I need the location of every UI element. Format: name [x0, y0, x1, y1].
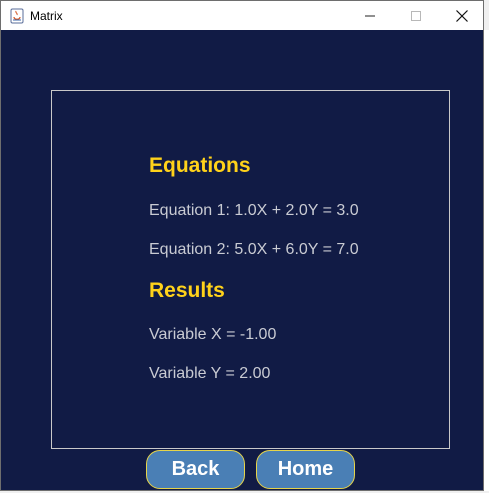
close-button[interactable]: [439, 1, 483, 30]
java-app-icon: [9, 8, 25, 24]
background-window-edge: [484, 30, 489, 491]
results-heading: Results: [149, 279, 225, 302]
minimize-button[interactable]: [347, 1, 393, 30]
home-button[interactable]: Home: [256, 450, 355, 489]
results-panel: Equations Equation 1: 1.0X + 2.0Y = 3.0 …: [51, 90, 450, 449]
maximize-icon: [411, 10, 421, 21]
back-button[interactable]: Back: [146, 450, 245, 489]
equations-heading: Equations: [149, 154, 251, 177]
title-bar[interactable]: Matrix: [1, 1, 483, 30]
equation-2-text: Equation 2: 5.0X + 6.0Y = 7.0: [149, 241, 359, 258]
matrix-window: Matrix Equations Equation 1: 1.0X + 2.0Y…: [0, 0, 484, 491]
minimize-icon: [365, 15, 375, 16]
equation-1-text: Equation 1: 1.0X + 2.0Y = 3.0: [149, 202, 359, 219]
maximize-button[interactable]: [393, 1, 439, 30]
close-icon: [456, 9, 468, 22]
variable-x-text: Variable X = -1.00: [149, 326, 277, 343]
variable-y-text: Variable Y = 2.00: [149, 365, 271, 382]
window-title: Matrix: [30, 8, 63, 23]
